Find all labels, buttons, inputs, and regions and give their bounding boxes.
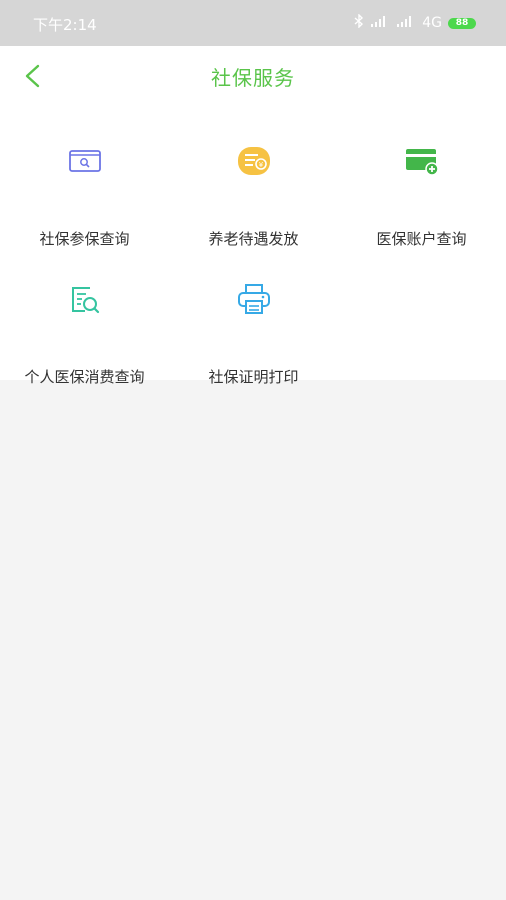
service-grid: 社保参保查询 ¥ 养老待遇发放 医保账户查询 个人医保消费查询 社保证明打印: [0, 106, 506, 386]
service-label: 养老待遇发放: [208, 230, 299, 248]
document-search-icon: [71, 287, 99, 314]
service-label: 医保账户查询: [376, 230, 467, 248]
status-bar: 下午2:14 4G 88: [0, 0, 506, 46]
service-item-insurance-query[interactable]: 社保参保查询: [0, 144, 169, 254]
card-plus-icon: [405, 149, 439, 176]
network-type: 4G: [422, 15, 442, 31]
page-title: 社保服务: [211, 66, 295, 90]
bluetooth-icon: [354, 13, 364, 32]
status-time: 下午2:14: [33, 16, 97, 34]
service-item-pension[interactable]: ¥ 养老待遇发放: [169, 144, 338, 254]
service-label: 个人医保消费查询: [24, 368, 145, 386]
svg-text:¥: ¥: [258, 161, 263, 169]
service-label: 社保证明打印: [208, 368, 299, 386]
list-coin-icon: ¥: [237, 147, 270, 175]
service-item-medical-account[interactable]: 医保账户查询: [337, 144, 506, 254]
signal-icon: [370, 15, 390, 31]
id-card-search-icon: [68, 150, 101, 172]
printer-icon: [237, 284, 270, 314]
service-label: 社保参保查询: [39, 230, 130, 248]
nav-bar: 社保服务: [0, 46, 506, 106]
battery-icon: 88: [448, 17, 476, 29]
status-icons: 4G 88: [354, 13, 476, 33]
service-item-certificate-print[interactable]: 社保证明打印: [169, 282, 338, 392]
signal-hd-icon: [396, 15, 416, 31]
service-item-medical-consumption[interactable]: 个人医保消费查询: [0, 282, 169, 392]
